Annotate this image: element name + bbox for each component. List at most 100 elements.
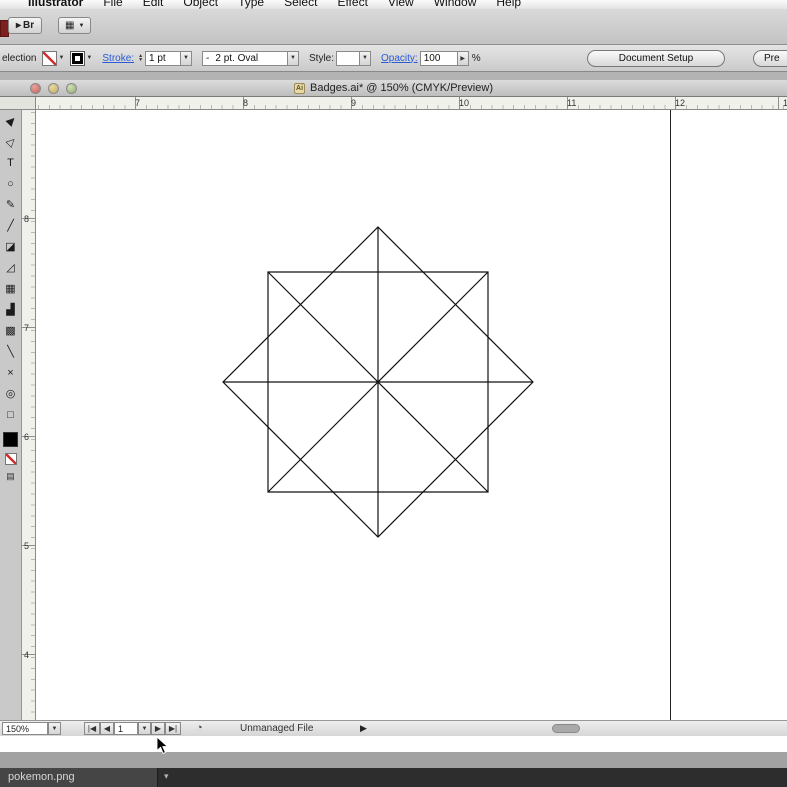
menu-item-effect[interactable]: Effect (337, 0, 367, 9)
eraser-tool[interactable]: ◪ (1, 236, 21, 257)
fill-swatch-caret-icon[interactable]: ▼ (58, 55, 64, 61)
document-body: 7 8 9 10 11 12 1 ▶ ▷ T ○ ✎ ╱ ◪ ◿ ▦ ▟ ▩ ╲ (0, 97, 787, 736)
status-bar: 150% ▼ |◀ ◀ 1 ▼ ▶ ▶| ◔ Unmanaged File ▶ (0, 720, 787, 736)
menu-bar: Illustrator File Edit Object Type Select… (0, 0, 787, 9)
none-color-indicator[interactable] (4, 453, 17, 465)
stroke-weight-stepper[interactable]: ▲ ▼ (138, 54, 143, 63)
last-page-button[interactable]: ▶| (165, 722, 181, 735)
paint-mode-icon[interactable]: ▤ (6, 471, 15, 482)
window-controls (30, 83, 77, 94)
hruler-number: 7 (135, 98, 141, 108)
previous-page-button[interactable]: ◀ (100, 722, 114, 735)
minimize-button[interactable] (48, 83, 59, 94)
tab-caret-icon[interactable]: ▾ (164, 771, 169, 782)
style-caret-button[interactable]: ▼ (359, 50, 372, 66)
vertical-ruler: 8 7 6 5 4 (22, 110, 36, 736)
pencil-tool[interactable]: ╱ (1, 215, 21, 236)
brush-name: 2 pt. Oval (215, 52, 259, 64)
color-status-text[interactable]: Unmanaged File (240, 723, 313, 734)
close-button[interactable] (30, 83, 41, 94)
control-bar: election ▼ ▼ Stroke: ▲ ▼ 1 pt ▼ - 2 pt. … (0, 45, 787, 72)
status-flyout-arrow-icon[interactable]: ▶ (360, 723, 367, 734)
vruler-number: 4 (24, 650, 30, 660)
bridge-label: Br (23, 20, 35, 31)
hruler-number: 12 (675, 98, 686, 108)
opacity-field[interactable]: 100 (419, 50, 458, 66)
horizontal-scrollbar-thumb[interactable] (552, 724, 580, 733)
page-number-field[interactable]: 1 (114, 722, 138, 735)
brush-definition-field[interactable]: - 2 pt. Oval (202, 50, 289, 66)
artboard-canvas[interactable] (36, 110, 787, 736)
stepper-down-icon[interactable]: ▼ (138, 58, 143, 63)
ai-document-icon: Ai (294, 82, 306, 94)
go-to-bridge-button[interactable]: ▸ Br (8, 17, 43, 34)
document-title: Badges.ai* @ 150% (CMYK/Preview) (310, 82, 493, 94)
arrange-grid-icon: ▦ (65, 20, 75, 31)
vruler-number: 5 (24, 541, 30, 551)
status-clock-icon: ◔ (196, 722, 203, 734)
chevron-down-icon: ▼ (78, 22, 85, 29)
selection-label: election (2, 52, 37, 64)
hruler-number: 1 (783, 98, 787, 108)
document-window: Ai Badges.ai* @ 150% (CMYK/Preview) 7 8 … (0, 80, 787, 752)
graph-tool[interactable]: ▟ (1, 299, 21, 320)
stroke-color-swatch[interactable] (70, 50, 86, 66)
next-page-button[interactable]: ▶ (151, 722, 165, 735)
paintbrush-tool[interactable]: ✎ (1, 194, 21, 215)
brush-caret-button[interactable]: ▼ (287, 50, 300, 66)
zoom-level-field[interactable]: 150% (2, 722, 48, 735)
menu-item-file[interactable]: File (103, 0, 122, 9)
vruler-number: 7 (24, 323, 30, 333)
opacity-caret-button[interactable]: ▶ (456, 50, 469, 66)
stroke-weight-caret-button[interactable]: ▼ (180, 50, 193, 66)
mouse-cursor (156, 736, 169, 755)
preferences-button[interactable]: Pre (753, 49, 787, 67)
page-caret-button[interactable]: ▼ (138, 722, 151, 735)
gradient-tool[interactable]: ▩ (1, 320, 21, 341)
mesh-tool[interactable]: ▦ (1, 278, 21, 299)
stroke-panel-link[interactable]: Stroke: (102, 53, 134, 64)
stroke-weight-field[interactable]: 1 pt (145, 50, 182, 66)
fill-color-indicator[interactable] (3, 432, 18, 447)
menu-item-select[interactable]: Select (284, 0, 317, 9)
page-boundary-line (670, 110, 671, 736)
menu-item-edit[interactable]: Edit (143, 0, 164, 9)
desktop-strip (0, 752, 787, 768)
style-field[interactable] (336, 50, 361, 66)
menu-item-window[interactable]: Window (434, 0, 477, 9)
arrange-documents-button[interactable]: ▦ ▼ (58, 17, 92, 34)
scissors-tool[interactable]: × (1, 362, 21, 383)
hand-tool[interactable]: □ (1, 404, 21, 425)
ruler-corner[interactable] (0, 97, 36, 110)
zoom-window-button[interactable] (66, 83, 77, 94)
document-title-bar[interactable]: Ai Badges.ai* @ 150% (CMYK/Preview) (0, 80, 787, 97)
zoom-caret-button[interactable]: ▼ (48, 722, 61, 735)
zoom-tool[interactable]: ◎ (1, 383, 21, 404)
menu-item-view[interactable]: View (388, 0, 414, 9)
opacity-panel-link[interactable]: Opacity: (381, 53, 418, 64)
file-tab-pokemon[interactable]: pokemon.png (0, 768, 158, 787)
first-page-button[interactable]: |◀ (84, 722, 100, 735)
star-artwork[interactable] (36, 110, 787, 736)
bottom-taskbar: pokemon.png ▾ (0, 768, 787, 787)
eyedropper-tool[interactable]: ╲ (1, 341, 21, 362)
tools-panel: ▶ ▷ T ○ ✎ ╱ ◪ ◿ ▦ ▟ ▩ ╲ × ◎ □ ▤ (0, 110, 22, 736)
menu-item-object[interactable]: Object (183, 0, 218, 9)
workspace-gap (0, 72, 787, 80)
ellipse-tool[interactable]: ○ (1, 173, 21, 194)
artwork-radial-lines[interactable] (223, 227, 533, 537)
menu-item-help[interactable]: Help (496, 0, 521, 9)
menu-item-type[interactable]: Type (238, 0, 264, 9)
bridge-arrow-icon: ▸ (16, 20, 22, 31)
menu-item-illustrator[interactable]: Illustrator (28, 0, 83, 9)
horizontal-ruler: 7 8 9 10 11 12 1 (36, 97, 787, 110)
scale-tool[interactable]: ◿ (1, 257, 21, 278)
vruler-number: 8 (24, 214, 30, 224)
document-setup-button[interactable]: Document Setup (587, 49, 725, 67)
vruler-number: 6 (24, 432, 30, 442)
fill-none-swatch[interactable] (42, 50, 58, 66)
stroke-swatch-caret-icon[interactable]: ▼ (86, 55, 92, 61)
brush-preview-icon: - (206, 52, 210, 64)
hruler-number: 9 (351, 98, 357, 108)
application-bar: ▸ Br ▦ ▼ (0, 9, 787, 45)
